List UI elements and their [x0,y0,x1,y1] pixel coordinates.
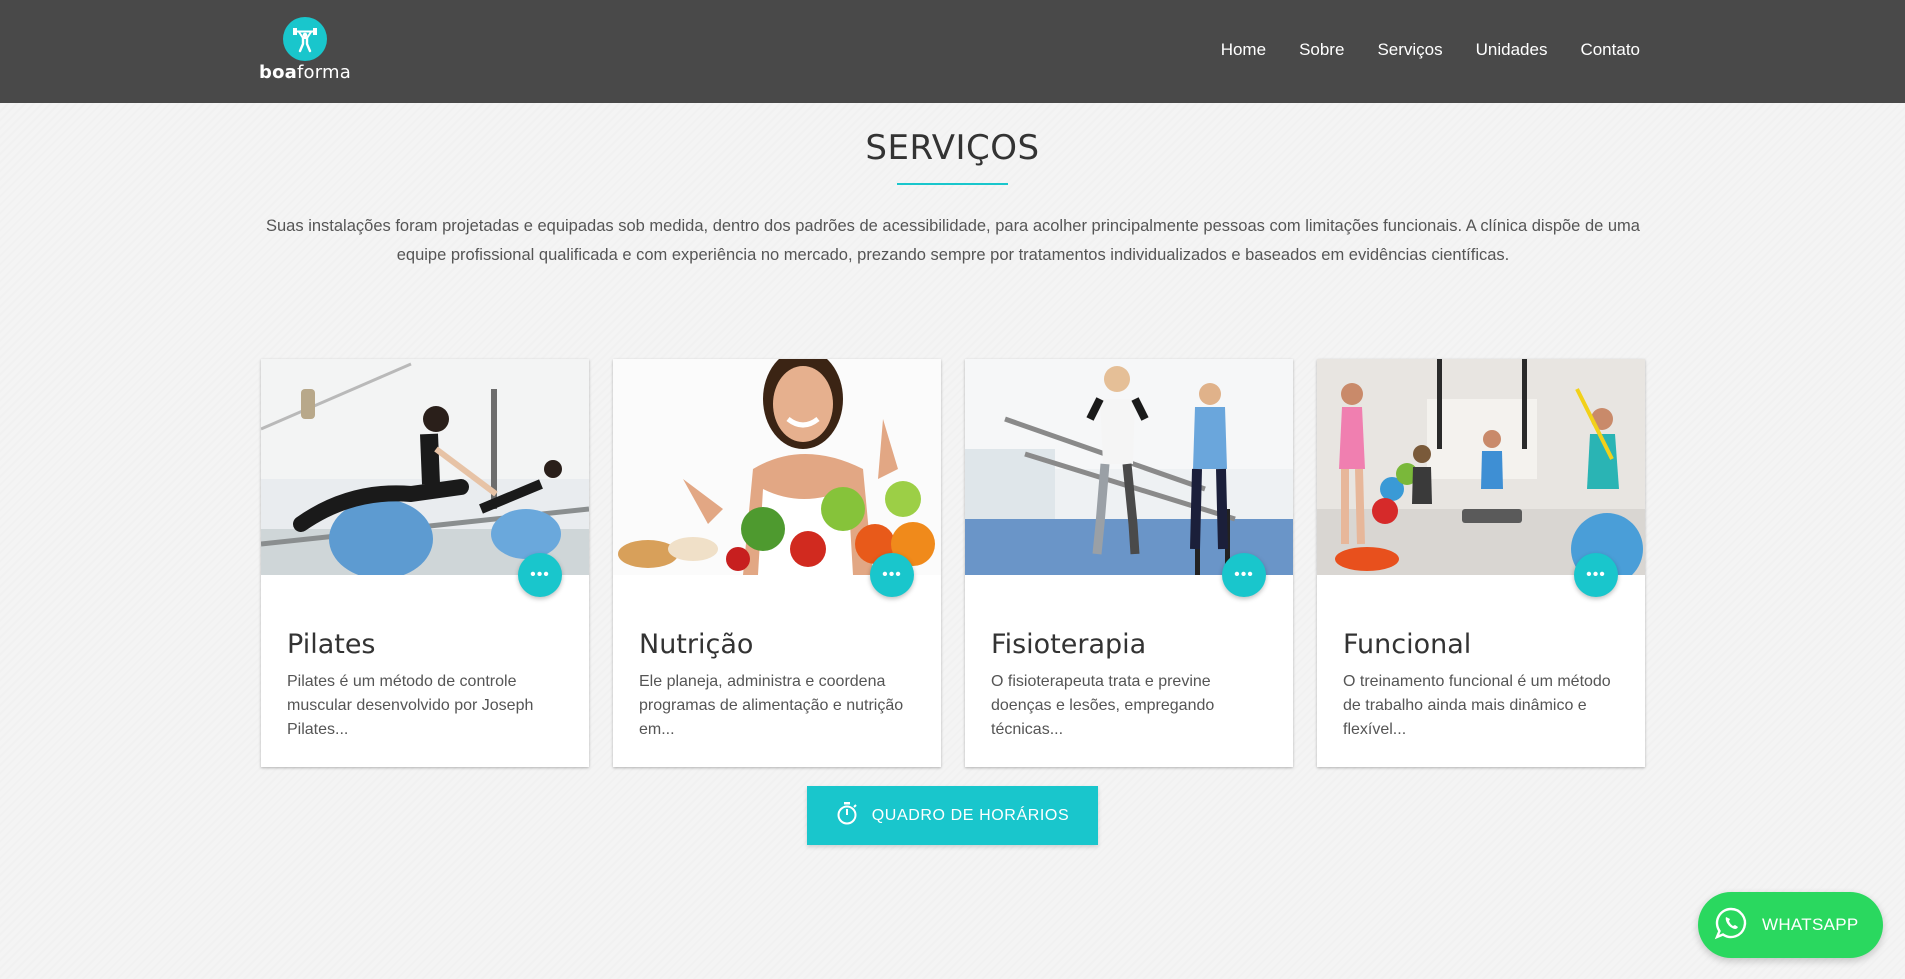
nutricao-image [613,359,941,575]
top-navbar: boaforma Home Sobre Serviços Unidades Co… [0,0,1905,103]
card-title: Funcional [1343,629,1472,660]
pilates-more-button[interactable]: ••• [518,553,562,597]
card-title: Nutrição [639,629,754,660]
funcional-image [1317,359,1645,575]
pilates-image [261,359,589,575]
nav-sobre[interactable]: Sobre [1299,40,1344,60]
fisioterapia-more-button[interactable]: ••• [1222,553,1266,597]
nav-servicos[interactable]: Serviços [1377,40,1442,60]
section-title: SERVIÇOS [865,128,1040,168]
card-title: Pilates [287,629,376,660]
schedule-button[interactable]: QUADRO DE HORÁRIOS [807,786,1098,845]
card-text: Ele planeja, administra e coordena progr… [639,673,904,738]
nav-unidades[interactable]: Unidades [1476,40,1548,60]
whatsapp-button[interactable]: WHATSAPP [1698,892,1883,958]
whatsapp-label: WHATSAPP [1762,915,1859,934]
stopwatch-icon [836,801,858,830]
whatsapp-icon [1714,906,1748,945]
main-nav: Home Sobre Serviços Unidades Contato [1188,40,1640,60]
intro-line-2: equipe profissional qualificada e com ex… [396,246,1510,264]
nutricao-more-button[interactable]: ••• [870,553,914,597]
service-card-funcional[interactable]: ••• Funcional O treinamento funcional é … [1317,359,1645,767]
more-horizontal-icon: ••• [530,566,550,583]
fisioterapia-image [965,359,1293,575]
funcional-more-button[interactable]: ••• [1574,553,1618,597]
title-underline [897,183,1008,185]
schedule-button-label: QUADRO DE HORÁRIOS [871,806,1070,824]
more-horizontal-icon: ••• [882,566,902,583]
weightlifter-icon [283,17,327,61]
service-card-fisioterapia[interactable]: ••• Fisioterapia O fisioterapeuta trata … [965,359,1293,767]
intro-line-1: Suas instalações foram projetadas e equi… [266,217,1640,235]
logo-text: boaforma [259,62,351,83]
card-text: O fisioterapeuta trata e previne doenças… [991,673,1215,738]
more-horizontal-icon: ••• [1234,566,1254,583]
service-card-pilates[interactable]: ••• Pilates Pilates é um método de contr… [261,359,589,767]
card-text: O treinamento funcional é um método de t… [1343,673,1611,738]
card-text: Pilates é um método de controle muscular… [287,673,534,738]
nav-contato[interactable]: Contato [1580,40,1640,60]
more-horizontal-icon: ••• [1586,566,1606,583]
card-title: Fisioterapia [991,629,1147,660]
service-card-nutricao[interactable]: ••• Nutrição Ele planeja, administra e c… [613,359,941,767]
section-intro: Suas instalações foram projetadas e equi… [260,212,1646,270]
logo[interactable]: boaforma [259,17,351,83]
nav-home[interactable]: Home [1221,40,1266,60]
